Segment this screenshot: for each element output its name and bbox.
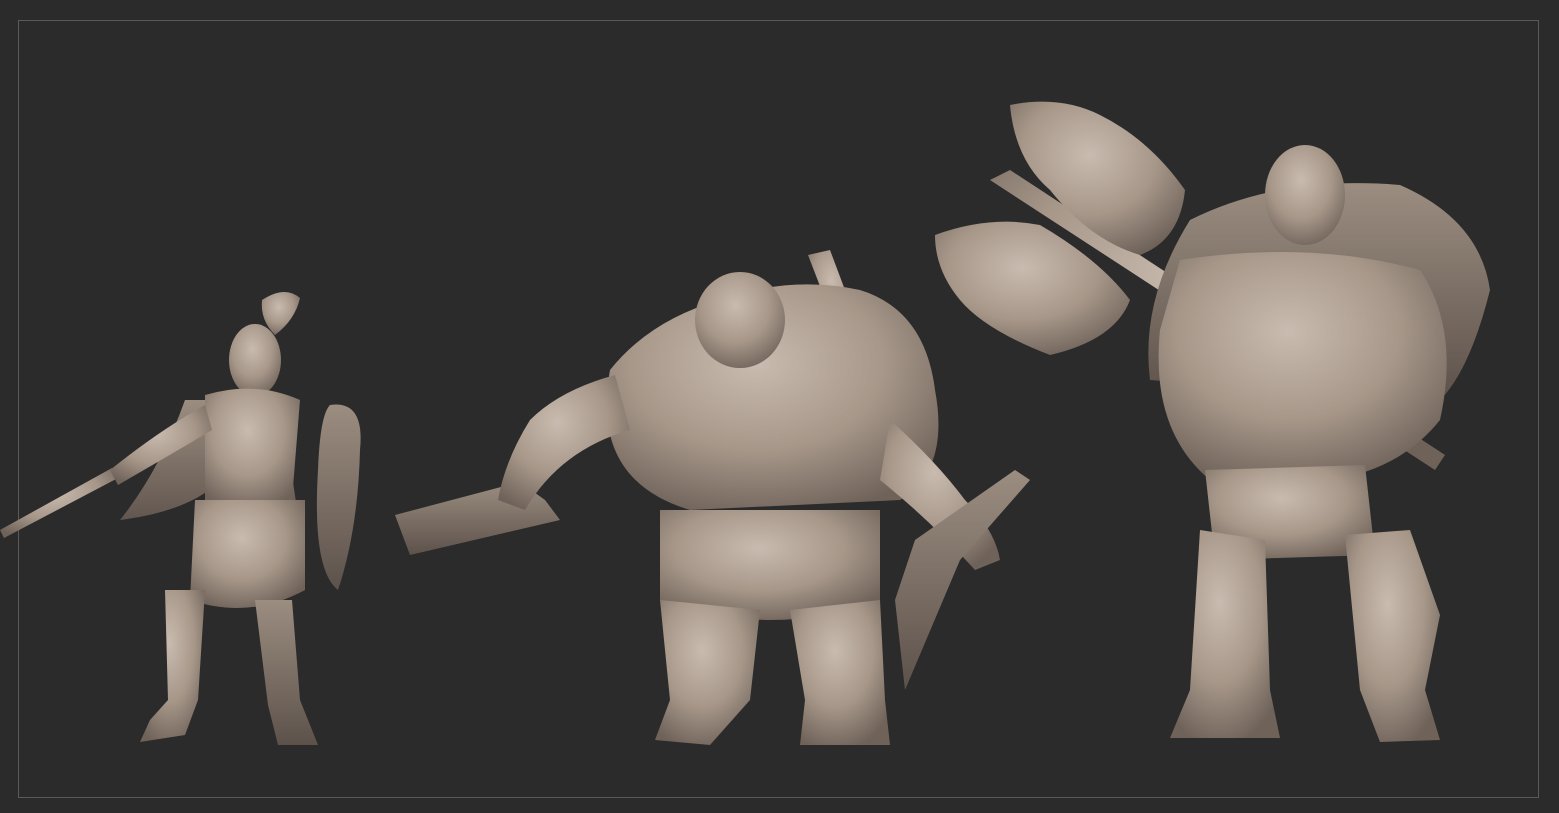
club-orc-figure (395, 250, 1030, 745)
spear-warrior-figure (0, 291, 361, 745)
sculpt-viewport[interactable] (0, 0, 1559, 813)
figures-scene (0, 101, 1490, 745)
axe-orc-figure (935, 101, 1490, 742)
